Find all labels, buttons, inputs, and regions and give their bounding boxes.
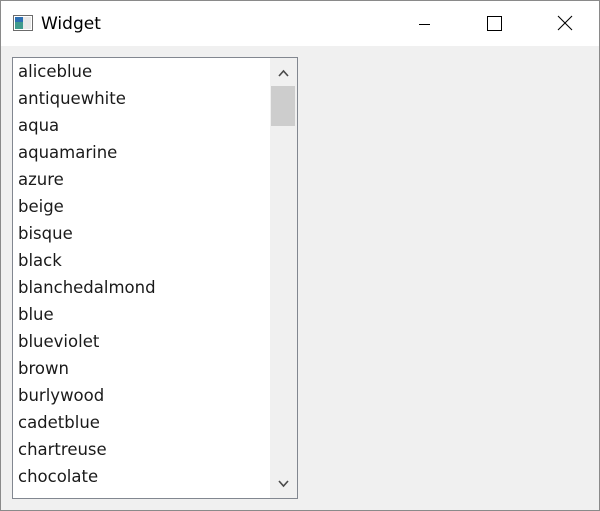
list-item[interactable]: bisque [13, 220, 270, 247]
window-title: Widget [41, 14, 101, 34]
scroll-thumb[interactable] [271, 86, 295, 126]
scroll-up-button[interactable] [270, 58, 297, 85]
list-item[interactable]: blueviolet [13, 328, 270, 355]
maximize-button[interactable] [459, 1, 529, 46]
list-item[interactable]: brown [13, 355, 270, 382]
list-item[interactable]: beige [13, 193, 270, 220]
list-item[interactable]: aqua [13, 112, 270, 139]
list-item[interactable]: burlywood [13, 382, 270, 409]
scroll-down-button[interactable] [270, 471, 297, 498]
color-list: aliceblue antiquewhite aqua aquamarine a… [13, 58, 270, 490]
list-item[interactable]: cadetblue [13, 409, 270, 436]
list-item[interactable]: aquamarine [13, 139, 270, 166]
app-window-icon [13, 15, 33, 31]
list-item[interactable]: chocolate [13, 463, 270, 490]
close-button[interactable] [529, 1, 599, 46]
title-bar[interactable]: Widget [1, 1, 599, 46]
color-list-box[interactable]: aliceblue antiquewhite aqua aquamarine a… [12, 57, 298, 499]
vertical-scrollbar[interactable] [270, 58, 297, 498]
list-item[interactable]: antiquewhite [13, 85, 270, 112]
list-item[interactable]: black [13, 247, 270, 274]
main-window: Widget aliceblue antiquewhite aqua aquam… [0, 0, 600, 511]
list-item[interactable]: chartreuse [13, 436, 270, 463]
list-item[interactable]: blanchedalmond [13, 274, 270, 301]
chevron-down-icon [270, 480, 297, 498]
list-item[interactable]: azure [13, 166, 270, 193]
client-area: aliceblue antiquewhite aqua aquamarine a… [1, 46, 599, 510]
minimize-button[interactable] [389, 1, 459, 46]
list-item[interactable]: blue [13, 301, 270, 328]
list-item[interactable]: aliceblue [13, 58, 270, 85]
